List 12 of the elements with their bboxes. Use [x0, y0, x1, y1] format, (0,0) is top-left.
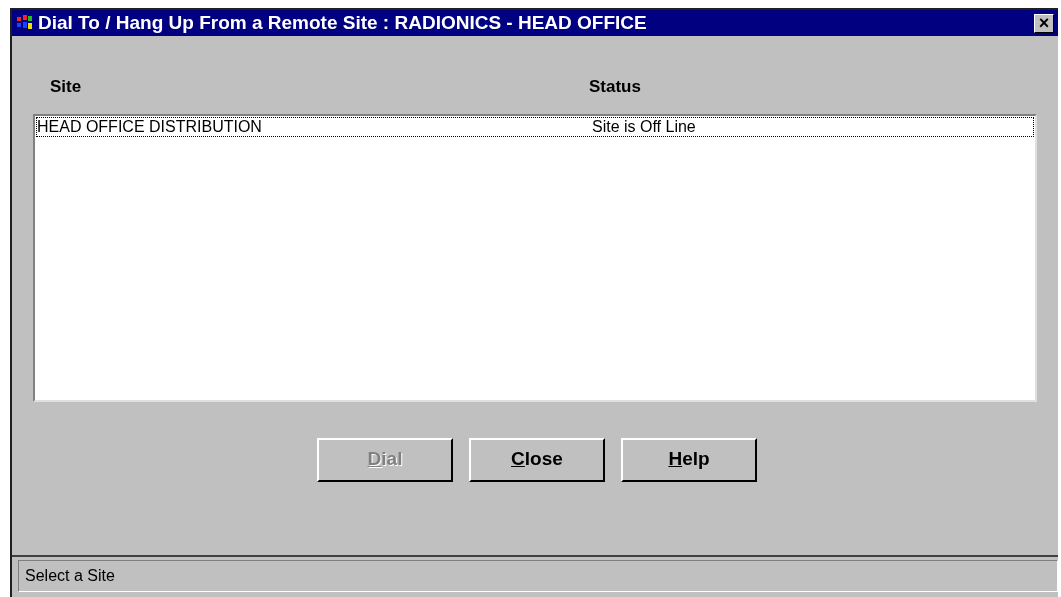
site-name: HEAD OFFICE DISTRIBUTION [37, 116, 263, 137]
close-button[interactable]: × [1034, 13, 1054, 33]
column-header: Site [50, 76, 83, 98]
list-row[interactable]: HEAD OFFICE DISTRIBUTION Site is Off Line [36, 116, 1034, 137]
dialog-button[interactable]: Close [469, 437, 605, 482]
site-status: Site is Off Line [592, 116, 696, 137]
status-bar: Select a Site [18, 560, 1058, 592]
window-title: Dial To / Hang Up From a Remote Site : RADIONICS - HEAD OFFICE [38, 10, 648, 35]
dialog-button[interactable]: Help [621, 437, 757, 482]
column-header: Status [589, 76, 641, 98]
site-list[interactable]: HEAD OFFICE DISTRIBUTION Site is Off Line [33, 113, 1037, 402]
app-icon [16, 14, 34, 32]
